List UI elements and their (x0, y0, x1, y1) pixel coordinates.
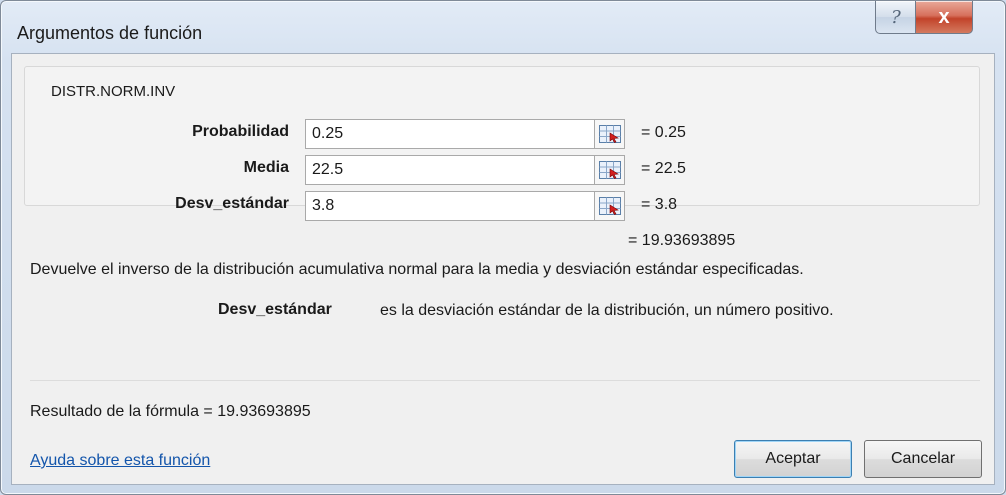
arg-label-probabilidad: Probabilidad (192, 123, 289, 140)
media-range-button[interactable] (595, 155, 625, 185)
help-icon: ? (891, 6, 901, 28)
media-input[interactable] (305, 155, 595, 185)
desv-estandar-input[interactable] (305, 191, 595, 221)
function-result-value: = 19.93693895 (628, 232, 736, 249)
parameter-help-name: Desv_estándar (218, 301, 332, 318)
range-select-icon (598, 197, 621, 215)
divider (30, 380, 980, 381)
help-link[interactable]: Ayuda sobre esta función (30, 452, 210, 470)
function-description: Devuelve el inverso de la distribución a… (30, 261, 804, 278)
parameter-help-text: es la desviación estándar de la distribu… (380, 302, 834, 319)
arg-label-desv-estandar: Desv_estándar (175, 195, 289, 212)
close-button[interactable]: x (915, 1, 973, 34)
dialog-body: DISTR.NORM.INV Probabilidad = 0.25 Media (11, 53, 995, 485)
arguments-group: DISTR.NORM.INV Probabilidad = 0.25 Media (24, 66, 980, 221)
probabilidad-range-button[interactable] (595, 119, 625, 149)
close-icon: x (938, 5, 950, 28)
function-name: DISTR.NORM.INV (51, 83, 176, 100)
range-select-icon (598, 161, 621, 179)
function-arguments-dialog: Argumentos de función ? x DISTR.NORM.INV… (0, 0, 1006, 495)
media-evaluated: = 22.5 (641, 160, 686, 177)
probabilidad-input[interactable] (305, 119, 595, 149)
dialog-title: Argumentos de función (17, 23, 203, 43)
ok-button[interactable]: Aceptar (734, 440, 852, 478)
arg-label-media: Media (243, 159, 289, 176)
range-select-icon (598, 125, 621, 143)
desv-estandar-evaluated: = 3.8 (641, 196, 678, 213)
cancel-button[interactable]: Cancelar (864, 440, 982, 478)
formula-result: Resultado de la fórmula = 19.93693895 (30, 403, 311, 420)
probabilidad-evaluated: = 0.25 (641, 124, 686, 141)
desv-estandar-range-button[interactable] (595, 191, 625, 221)
help-button[interactable]: ? (875, 1, 917, 34)
